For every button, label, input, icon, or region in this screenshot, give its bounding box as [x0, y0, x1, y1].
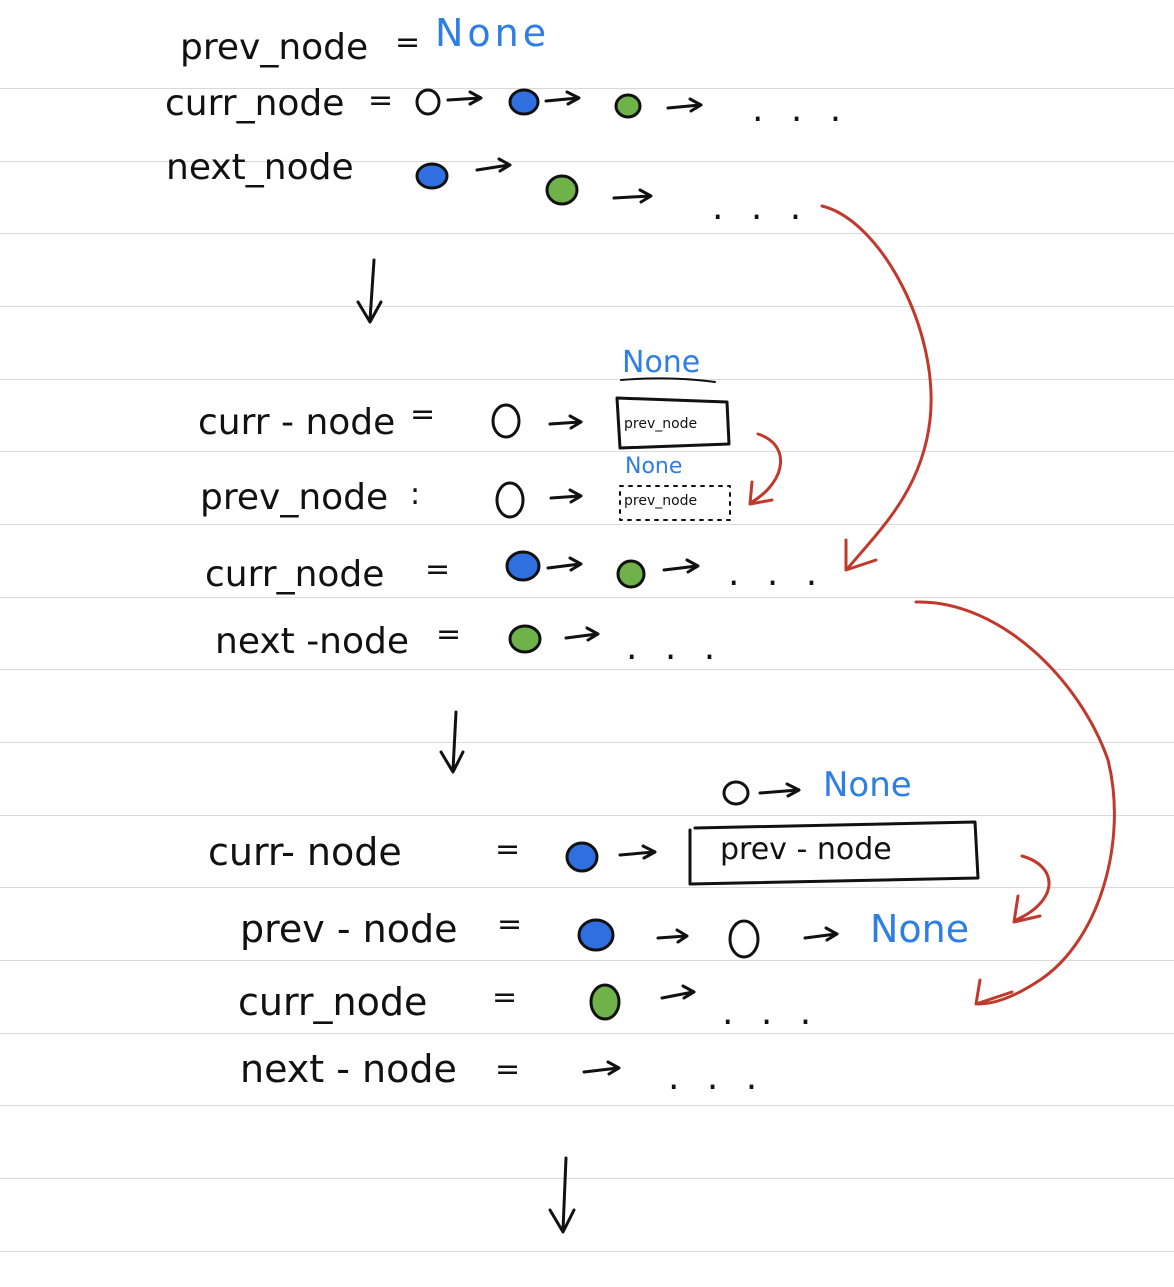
white-node-icon	[495, 481, 525, 519]
blue-node-icon	[565, 841, 599, 873]
red-small-curve-arrow	[748, 432, 783, 506]
down-arrow-icon	[439, 710, 465, 774]
notebook-page: prev_node = None curr_node = . . . next_…	[0, 0, 1174, 1287]
prev-node-box	[615, 396, 731, 450]
arrow-right-icon	[548, 414, 583, 430]
blue-node-icon	[508, 88, 540, 116]
arrow-right-icon	[758, 782, 801, 798]
arrow-right-icon	[803, 926, 839, 942]
arrow-right-icon	[612, 188, 653, 204]
prev-node-dotted-box	[619, 485, 731, 521]
arrow-right-icon	[662, 558, 700, 574]
green-node-icon	[545, 174, 579, 206]
arrow-right-icon	[656, 928, 689, 944]
red-curve-arrow	[820, 204, 933, 572]
arrow-right-icon	[564, 626, 600, 642]
down-arrow-icon	[356, 258, 383, 324]
green-node-icon	[508, 624, 542, 654]
ink-layer	[356, 88, 1116, 1234]
red-curve-arrow	[914, 600, 1116, 1006]
green-node-icon	[614, 93, 642, 119]
white-node-icon	[491, 403, 521, 439]
white-node-icon	[722, 780, 750, 806]
arrow-right-icon	[544, 90, 581, 106]
prev-node-box	[688, 820, 980, 886]
arrow-right-icon	[618, 844, 657, 860]
blue-node-icon	[415, 162, 449, 190]
green-node-icon	[616, 559, 646, 589]
arrow-right-icon	[582, 1060, 621, 1076]
blue-node-icon	[577, 918, 615, 952]
arrow-right-icon	[446, 90, 483, 106]
arrow-right-icon	[549, 488, 583, 504]
arrow-right-icon	[666, 97, 703, 113]
arrow-right-icon	[660, 984, 696, 1000]
red-small-curve-arrow	[1012, 854, 1051, 924]
arrow-right-icon	[546, 556, 583, 572]
down-arrow-icon	[548, 1156, 576, 1234]
green-node-icon	[589, 983, 621, 1021]
arrow-right-icon	[475, 157, 512, 173]
white-node-icon	[728, 919, 760, 959]
blue-node-icon	[505, 550, 541, 582]
white-node-icon	[415, 88, 441, 116]
none-underline	[620, 377, 716, 383]
